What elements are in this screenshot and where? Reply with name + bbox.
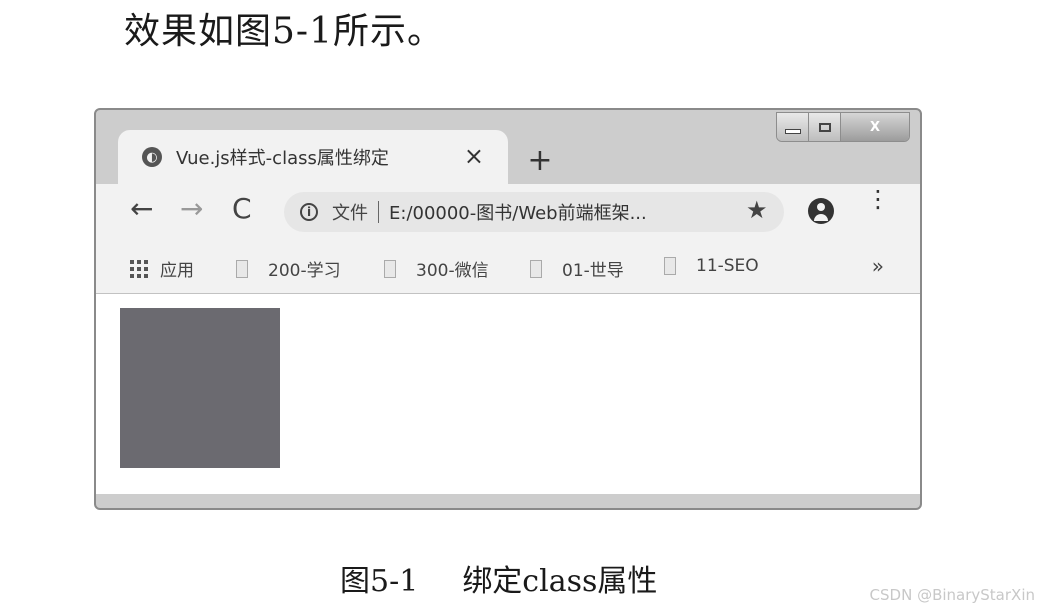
bookmark-item[interactable]: 300-微信 <box>384 256 489 281</box>
bookmark-label: 300-微信 <box>416 261 489 281</box>
minimize-icon <box>784 128 801 134</box>
page-icon <box>530 259 542 278</box>
tab-title: Vue.js样式-class属性绑定 <box>176 148 389 169</box>
omnibox-label: 文件 <box>332 203 368 224</box>
bookmarks-more-icon[interactable]: » <box>872 254 884 278</box>
tab-close-button[interactable]: × <box>464 142 484 170</box>
bookmark-item[interactable]: 200-学习 <box>236 256 341 281</box>
page-icon <box>236 259 248 278</box>
apps-label: 应用 <box>160 261 194 281</box>
bookmark-label: 11-SEO <box>696 256 759 276</box>
bookmark-label: 200-学习 <box>268 261 341 281</box>
minimize-button[interactable] <box>777 113 809 141</box>
new-tab-button[interactable]: + <box>520 140 560 180</box>
browser-window: X ◐ Vue.js样式-class属性绑定 × + ← → C i 文件 E:… <box>94 108 922 510</box>
intro-text: 效果如图5-1所示。 <box>124 11 444 52</box>
page-icon <box>664 257 676 275</box>
bookmark-label: 01-世导 <box>562 261 624 281</box>
bookmarks-bar: 应用 200-学习 300-微信 01-世导 11-SEO » <box>96 240 920 294</box>
reload-button[interactable]: C <box>232 192 252 225</box>
browser-tab[interactable]: ◐ Vue.js样式-class属性绑定 × <box>118 130 508 184</box>
menu-icon[interactable]: ⋮ <box>866 187 890 211</box>
account-icon[interactable] <box>808 198 834 224</box>
bookmark-apps[interactable]: 应用 <box>130 256 194 281</box>
address-bar[interactable]: i 文件 E:/00000-图书/Web前端框架... <box>284 192 784 232</box>
bookmark-item[interactable]: 11-SEO <box>664 256 759 276</box>
globe-icon: ◐ <box>142 147 162 167</box>
page-content <box>96 294 920 494</box>
page-icon <box>384 259 396 278</box>
bookmark-item[interactable]: 01-世导 <box>530 256 624 281</box>
account-head <box>817 203 825 211</box>
figure-title: 绑定class属性 <box>462 564 658 599</box>
browser-toolbar: ← → C i 文件 E:/00000-图书/Web前端框架... ★ ⋮ <box>96 184 920 240</box>
figure-caption: 图5-1 绑定class属性 <box>334 556 657 600</box>
bookmark-star-icon[interactable]: ★ <box>746 196 768 224</box>
close-window-button[interactable]: X <box>841 113 909 141</box>
account-body <box>814 214 828 221</box>
url-text[interactable]: E:/00000-图书/Web前端框架... <box>389 199 647 225</box>
maximize-button[interactable] <box>809 113 841 141</box>
info-icon[interactable]: i <box>300 203 318 221</box>
watermark: CSDN @BinaryStarXin <box>869 586 1035 604</box>
apps-grid-icon <box>130 259 148 278</box>
maximize-icon <box>818 122 831 132</box>
forward-button[interactable]: → <box>180 192 203 225</box>
omnibox-separator <box>378 201 379 223</box>
back-button[interactable]: ← <box>130 192 153 225</box>
window-controls: X <box>776 112 910 142</box>
styled-box <box>120 308 280 468</box>
figure-number: 图5-1 <box>340 564 419 599</box>
